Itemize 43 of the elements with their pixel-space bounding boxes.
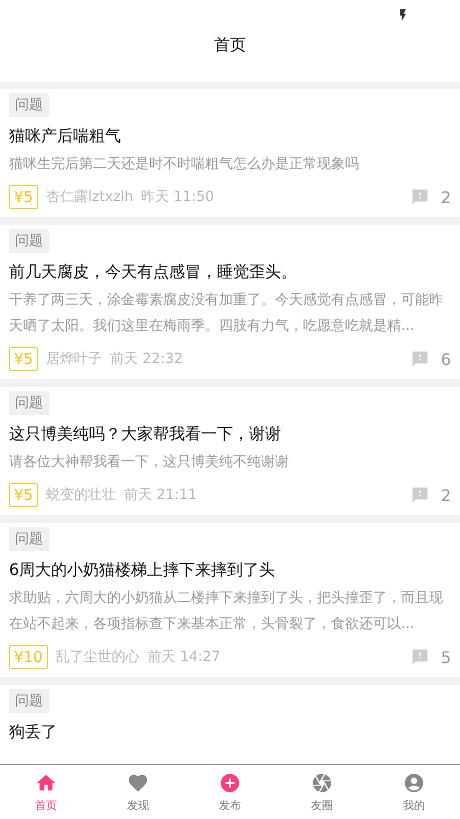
reward-tag: ¥10: [9, 645, 48, 669]
post-time: 前天 22:32: [110, 350, 183, 368]
page-title: 首页: [214, 34, 246, 56]
category-tag: 问题: [9, 527, 49, 551]
user-icon: [403, 772, 425, 794]
comment-icon: [410, 486, 429, 504]
post-excerpt: 求助贴，六周大的小奶猫从二楼摔下来撞到了头，把头撞歪了，而且现在站不起来，各项指标查下来基本正常，头骨裂了，食欲还可以...: [9, 589, 444, 634]
post-title: 狗丢了: [9, 721, 57, 743]
author-name: 杏仁露lztxzlh: [46, 188, 134, 206]
author-name: 乱了尘世的心: [56, 648, 140, 666]
comment-icon: [410, 350, 429, 368]
author-name: 蜕变的壮壮: [46, 486, 116, 504]
post-time: 昨天 11:50: [141, 188, 214, 206]
post-excerpt: 干养了两三天，涂金霉素腐皮没有加重了。今天感觉有点感冒，可能昨天晒了太阳。我们这里在梅雨季。四肢有力气，吃愿意吃就是精...: [9, 291, 444, 336]
category-tag: 问题: [9, 93, 49, 117]
reward-tag: ¥5: [9, 483, 38, 507]
category-tag: 问题: [9, 229, 49, 253]
post-title: 6周大的小奶猫楼梯上摔下来摔到了头: [9, 559, 276, 581]
post-time: 前天 14:27: [148, 648, 220, 666]
post-excerpt: 猫咪生完后第二天还是时不时喘粗气怎么办是正常现象吗: [9, 155, 359, 174]
post-title: 这只博美纯吗？大家帮我看一下，谢谢: [9, 423, 281, 445]
post-time: 前天 21:11: [124, 486, 197, 504]
post-excerpt: 请各位大神帮我看一下，这只博美纯不纯谢谢: [9, 453, 289, 472]
category-tag: 问题: [9, 391, 49, 415]
comment-count: 2: [440, 486, 451, 504]
reward-tag: ¥5: [9, 185, 38, 209]
comment-icon: [410, 188, 429, 206]
comment-count: 5: [440, 648, 451, 666]
comment-count: 6: [440, 350, 451, 368]
plus-icon: [219, 772, 241, 794]
category-tag: 问题: [9, 689, 49, 713]
comment-icon: [410, 648, 429, 666]
post-title: 前几天腐皮，今天有点感冒，睡觉歪头。: [9, 261, 297, 283]
comment-count: 2: [440, 188, 451, 206]
aperture-icon: [311, 772, 333, 794]
author-name: 居烨叶子: [46, 350, 102, 368]
post-title: 猫咪产后喘粗气: [9, 125, 121, 147]
post-card[interactable]: 问题 这只博美纯吗？大家帮我看一下，谢谢 请各位大神帮我看一下，这只博美纯不纯谢谢 ¥5 蜕变的壮壮 前天 21:11 2: [0, 387, 460, 515]
post-card[interactable]: 问题 狗丢了: [0, 685, 460, 764]
post-card[interactable]: 问题 猫咪产后喘粗气 猫咪生完后第二天还是时不时喘粗气怎么办是正常现象吗 ¥5 杏仁露lztxzlh 昨天 11:50 2: [0, 89, 460, 217]
post-card[interactable]: 问题 6周大的小奶猫楼梯上摔下来摔到了头 求助贴，六周大的小奶猫从二楼摔下来撞到了头，把头撞歪了，而且现在站不起来，各项指标查下来基本正常，头骨裂了，食欲还可以... ¥10 乱了尘世的心 前天 14:27 5: [0, 523, 460, 677]
post-card[interactable]: 问题 前几天腐皮，今天有点感冒，睡觉歪头。 干养了两三天，涂金霉素腐皮没有加重了。今天感觉有点感冒，可能昨天晒了太阳。我们这里在梅雨季。四肢有力气，吃愿意吃就是精... ¥5 居烨叶子 前天 22:32 6: [0, 225, 460, 379]
reward-tag: ¥5: [9, 347, 38, 371]
